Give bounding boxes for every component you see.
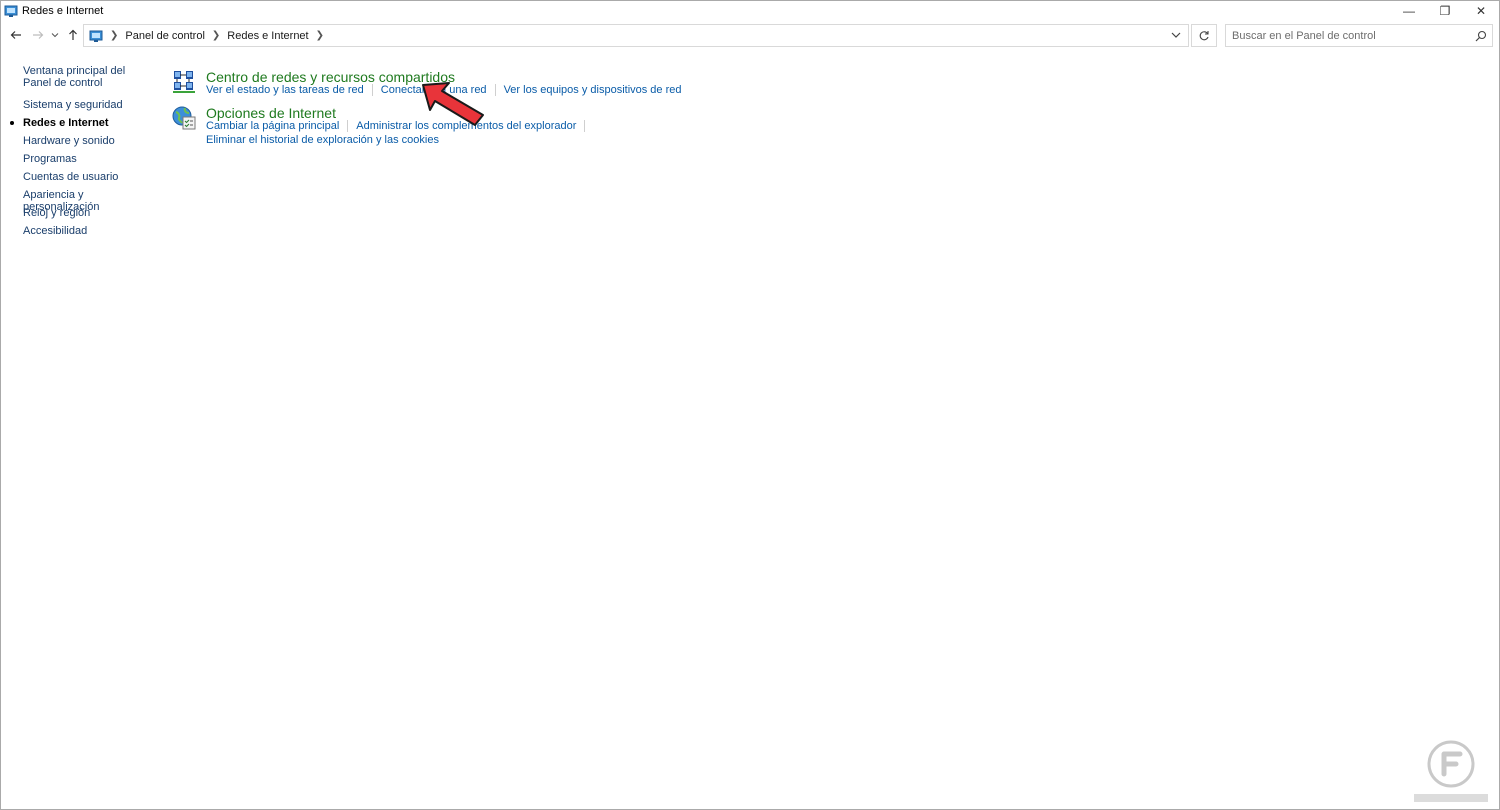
- chevron-right-icon[interactable]: ❯: [316, 30, 324, 41]
- current-page-bullet: [10, 121, 14, 125]
- red-pointer-arrow-icon: [422, 82, 484, 126]
- control-panel-icon: [4, 5, 18, 17]
- task-link-view-network-devices[interactable]: Ver los equipos y dispositivos de red: [504, 84, 682, 96]
- task-link-view-network-status[interactable]: Ver el estado y las tareas de red: [206, 84, 364, 96]
- breadcrumb-redes-e-internet[interactable]: Redes e Internet: [227, 30, 308, 42]
- control-panel-window: Redes e Internet — ❐ ✕ ❯ Panel de contro…: [0, 0, 1500, 810]
- minimize-button[interactable]: —: [1391, 1, 1427, 21]
- window-title: Redes e Internet: [22, 5, 104, 17]
- sidebar-item-reloj-y-region[interactable]: Reloj y región: [23, 207, 153, 219]
- category-title-network-center[interactable]: Centro de redes y recursos compartidos: [206, 69, 455, 85]
- close-button[interactable]: ✕: [1463, 1, 1499, 21]
- task-row-internet-options-2: Eliminar el historial de exploración y l…: [206, 134, 439, 146]
- navigation-bar: ❯ Panel de control ❯ Redes e Internet ❯: [1, 23, 1499, 48]
- search-box[interactable]: [1225, 24, 1493, 47]
- search-icon[interactable]: [1475, 30, 1487, 42]
- recent-locations-button[interactable]: [49, 27, 61, 43]
- sidebar-item-redes-e-internet: Redes e Internet: [23, 117, 109, 129]
- back-arrow-icon: [10, 31, 21, 39]
- task-link-delete-history[interactable]: Eliminar el historial de exploración y l…: [206, 134, 439, 146]
- window-controls: — ❐ ✕: [1391, 1, 1499, 21]
- back-button[interactable]: [8, 27, 24, 43]
- divider: [494, 84, 496, 96]
- watermark-logo-icon: [1414, 740, 1488, 802]
- breadcrumb-panel-de-control[interactable]: Panel de control: [125, 30, 205, 42]
- task-link-change-home-page[interactable]: Cambiar la página principal: [206, 120, 339, 132]
- network-center-icon[interactable]: [171, 69, 197, 95]
- control-panel-icon: [89, 30, 103, 42]
- category-title-internet-options[interactable]: Opciones de Internet: [206, 105, 336, 121]
- forward-button[interactable]: [30, 27, 46, 43]
- sidebar-item-accesibilidad[interactable]: Accesibilidad: [23, 225, 153, 237]
- sidebar-item-programas[interactable]: Programas: [23, 153, 153, 165]
- restore-button[interactable]: ❐: [1427, 1, 1463, 21]
- up-arrow-icon: [69, 29, 77, 40]
- search-input[interactable]: [1232, 28, 1462, 43]
- address-dropdown-icon[interactable]: [1170, 29, 1182, 41]
- divider: [371, 84, 373, 96]
- internet-options-icon[interactable]: [171, 105, 197, 131]
- chevron-right-icon[interactable]: ❯: [212, 30, 220, 41]
- refresh-button[interactable]: [1191, 24, 1217, 47]
- forward-arrow-icon: [33, 31, 44, 39]
- sidebar-item-sistema-y-seguridad[interactable]: Sistema y seguridad: [23, 99, 153, 111]
- sidebar-item-hardware-y-sonido[interactable]: Hardware y sonido: [23, 135, 153, 147]
- task-row-internet-options: Cambiar la página principal Administrar …: [206, 120, 593, 132]
- control-panel-home-link[interactable]: Ventana principal del Panel de control: [23, 65, 153, 89]
- divider: [584, 120, 586, 132]
- sidebar-item-cuentas-de-usuario[interactable]: Cuentas de usuario: [23, 171, 153, 183]
- title-bar: Redes e Internet — ❐ ✕: [1, 1, 1499, 21]
- divider: [347, 120, 349, 132]
- up-button[interactable]: [65, 27, 81, 43]
- chevron-right-icon[interactable]: ❯: [110, 30, 118, 41]
- refresh-icon: [1199, 30, 1209, 40]
- chevron-down-icon: [51, 33, 59, 38]
- address-bar[interactable]: ❯ Panel de control ❯ Redes e Internet ❯: [83, 24, 1189, 47]
